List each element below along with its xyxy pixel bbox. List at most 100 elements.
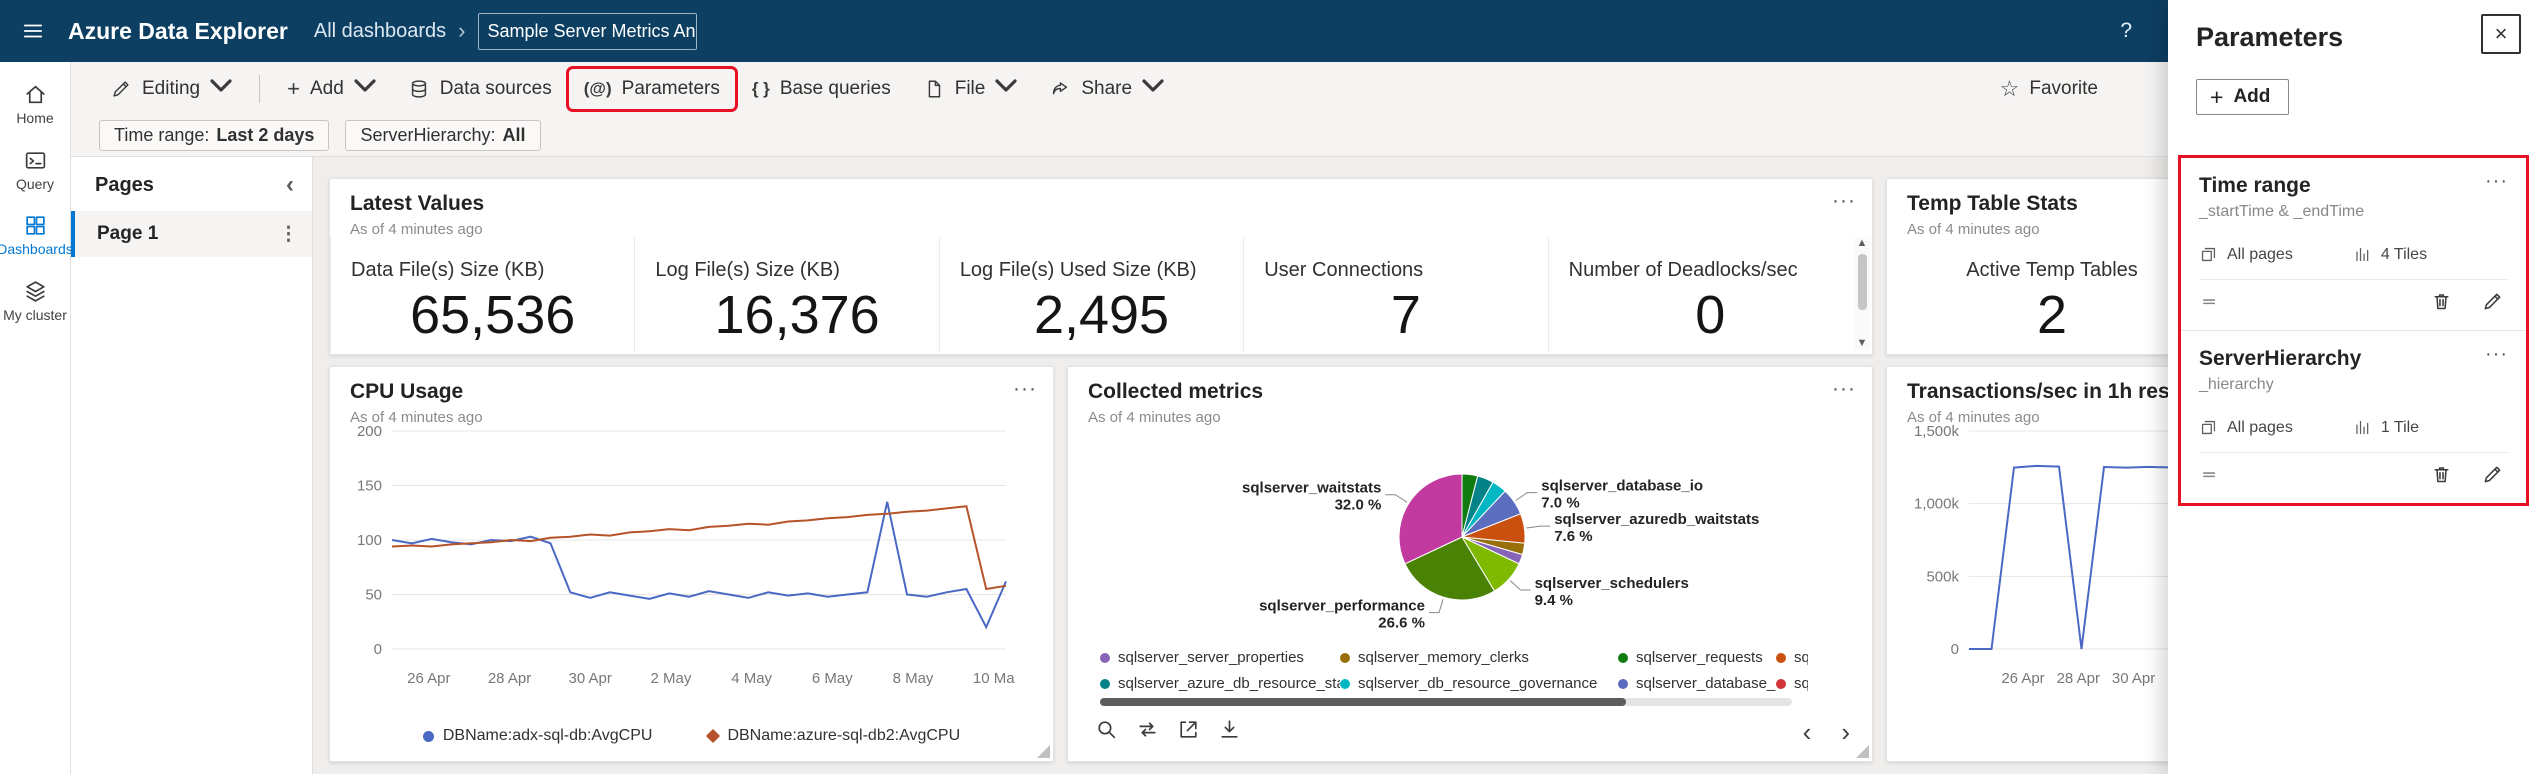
tiles-count: 1 Tile: [2353, 418, 2419, 437]
parameter-card: ServerHierarchy _hierarchy ··· All pages…: [2181, 330, 2526, 503]
chevron-down-icon: [995, 75, 1017, 103]
legend-item[interactable]: sqlserver_azure_db_resource_stats: [1100, 675, 1340, 692]
search-button[interactable]: [1094, 717, 1119, 747]
editing-button[interactable]: Editing: [97, 68, 245, 110]
refresh-button[interactable]: [1135, 717, 1160, 747]
sidebar-item-my-cluster[interactable]: My cluster: [3, 273, 67, 329]
svg-text:30 Apr: 30 Apr: [569, 670, 612, 687]
trash-icon: [2434, 467, 2449, 483]
next-page-button[interactable]: ›: [1841, 719, 1850, 745]
parameter-variables: _hierarchy: [2199, 376, 2274, 393]
scroll-down-icon[interactable]: ▼: [1857, 337, 1868, 349]
svg-text:2 May: 2 May: [651, 670, 692, 687]
reorder-handle[interactable]: [2199, 290, 2222, 318]
sidebar-item-dashboards[interactable]: Dashboards: [0, 207, 73, 263]
filter-pill[interactable]: Time range: Last 2 days: [99, 120, 330, 151]
page-more-icon[interactable]: ⋮: [279, 223, 298, 246]
tile-vertical-scrollbar[interactable]: ▲ ▼: [1854, 237, 1870, 349]
chart-legend: DBName:adx-sql-db:AvgCPU DBName:azure-sq…: [330, 727, 1053, 745]
help-icon[interactable]: ?: [2120, 19, 2132, 43]
app-title: Azure Data Explorer: [68, 17, 288, 44]
legend-item[interactable]: sqlserver_memory_clerks: [1340, 649, 1618, 666]
share-icon: [1053, 81, 1068, 94]
collapse-pages-icon[interactable]: ‹: [286, 173, 294, 197]
edit-parameter-button[interactable]: [2481, 463, 2504, 491]
edit-parameter-button[interactable]: [2481, 290, 2504, 318]
legend-item[interactable]: sqlserv: [1776, 649, 1808, 666]
breadcrumb-all-dashboards[interactable]: All dashboards: [314, 20, 446, 43]
pie-legend: sqlserver_server_properties sqlserver_me…: [1100, 649, 1808, 692]
trash-icon: [2434, 294, 2449, 310]
prev-page-button[interactable]: ‹: [1803, 719, 1812, 745]
add-button[interactable]: + Add: [274, 68, 389, 110]
delete-parameter-button[interactable]: [2430, 463, 2453, 491]
tile-more-button[interactable]: ···: [1832, 189, 1856, 213]
delete-parameter-button[interactable]: [2430, 290, 2453, 318]
legend-item[interactable]: sqlserver_requests: [1618, 649, 1776, 666]
svg-text:0: 0: [1951, 641, 1959, 658]
sidebar-item-home[interactable]: Home: [3, 76, 67, 132]
parameters-icon: (@): [583, 78, 612, 98]
file-button[interactable]: File: [910, 68, 1031, 110]
series-dot-icon: [1340, 678, 1350, 689]
svg-text:1,000k: 1,000k: [1914, 496, 1960, 513]
reorder-handle[interactable]: [2199, 463, 2222, 491]
base-queries-button[interactable]: { } Base queries: [739, 71, 904, 107]
legend-item[interactable]: DBName:adx-sql-db:AvgCPU: [422, 727, 652, 745]
data-sources-button[interactable]: Data sources: [395, 71, 565, 107]
tile-title: Latest Values: [350, 192, 485, 215]
plus-icon: +: [287, 75, 300, 101]
filter-pill[interactable]: ServerHierarchy: All: [345, 120, 541, 151]
download-button[interactable]: [1217, 717, 1242, 747]
hamburger-menu-icon[interactable]: [22, 20, 44, 42]
tile-resize-handle[interactable]: [1856, 745, 1869, 758]
pages-icon: [2201, 420, 2216, 435]
card-more-button[interactable]: ···: [2485, 343, 2508, 366]
card-more-button[interactable]: ···: [2485, 170, 2508, 193]
tile-more-button[interactable]: ···: [1832, 377, 1856, 401]
svg-text:sqlserver_waitstats32.0 %: sqlserver_waitstats 32.0 %: [1242, 480, 1381, 514]
parameters-button[interactable]: (@) Parameters: [565, 65, 738, 112]
sidebar-item-query[interactable]: Query: [3, 142, 67, 198]
scrollbar-thumb[interactable]: [1857, 254, 1867, 310]
pages-panel: Pages ‹ Page 1 ⋮: [71, 157, 313, 774]
chevron-down-icon: [210, 75, 232, 103]
favorite-button[interactable]: ☆ Favorite: [1987, 71, 2111, 107]
series-dot-icon: [1776, 652, 1786, 663]
expand-button[interactable]: [1176, 717, 1201, 747]
series-dot-icon: [1340, 652, 1350, 663]
legend-item[interactable]: sqlserver_db_resource_governance: [1340, 675, 1618, 692]
page-list-item[interactable]: Page 1 ⋮: [71, 211, 312, 257]
legend-item[interactable]: sqlserv: [1776, 675, 1808, 692]
tile-collected-metrics: Collected metrics As of 4 minutes ago ··…: [1067, 366, 1873, 762]
dashboard-name-input[interactable]: Sample Server Metrics Anal: [477, 12, 697, 50]
close-button[interactable]: ×: [2481, 14, 2521, 54]
share-button[interactable]: Share: [1036, 68, 1177, 110]
svg-text:sqlserver_schedulers9.4 %: sqlserver_schedulers 9.4 %: [1535, 575, 1689, 609]
svg-text:sqlserver_performance26.6 %: sqlserver_performance 26.6 %: [1259, 598, 1425, 632]
tile-resize-handle[interactable]: [1037, 745, 1050, 758]
legend-horizontal-scrollbar[interactable]: [1100, 698, 1792, 706]
legend-item[interactable]: sqlserver_server_properties: [1100, 649, 1340, 666]
plus-icon: +: [2210, 83, 2224, 110]
download-icon: [1221, 720, 1238, 738]
scroll-up-icon[interactable]: ▲: [1857, 237, 1868, 249]
tile-cpu-usage: CPU Usage As of 4 minutes ago ··· 0 50 100…: [329, 366, 1054, 762]
svg-text:50: 50: [365, 587, 382, 604]
tile-more-button[interactable]: ···: [1013, 377, 1037, 401]
legend-item[interactable]: sqlserver_database_io: [1618, 675, 1776, 692]
series-dot-icon: [1100, 652, 1110, 663]
scrollbar-thumb[interactable]: [1100, 698, 1626, 706]
toolbar-divider: [259, 74, 261, 103]
series-dot-icon: [1100, 678, 1110, 689]
file-icon: [928, 79, 940, 98]
tiles-icon: [2356, 247, 2369, 262]
chevron-down-icon: [354, 75, 376, 103]
svg-text:8 May: 8 May: [893, 670, 934, 687]
legend-item[interactable]: DBName:azure-sql-db2:AvgCPU: [706, 727, 960, 745]
home-icon: [25, 85, 45, 104]
parameter-card: Time range _startTime & _endTime ··· All…: [2181, 158, 2526, 330]
parameter-name: ServerHierarchy: [2199, 347, 2362, 370]
add-parameter-button[interactable]: + Add: [2196, 79, 2290, 115]
base-queries-icon: { }: [751, 78, 770, 98]
